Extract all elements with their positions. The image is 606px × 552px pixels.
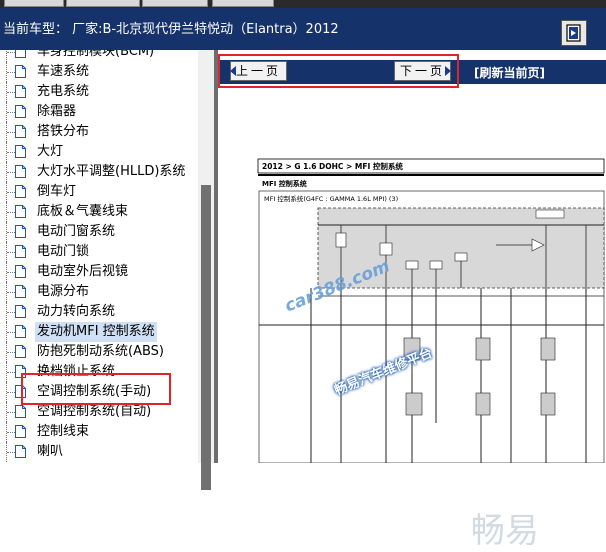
top-tab-1[interactable]: [4, 0, 64, 7]
tree-connector: [7, 332, 15, 333]
tree-connector: [7, 72, 15, 73]
document-icon: [15, 345, 26, 358]
tree-item-label: 空调控制系统(自动): [37, 404, 152, 419]
document-icon: [15, 405, 26, 418]
selected-item-highlight-box: [21, 373, 171, 405]
diagram-content-pane: 上一页 下一页 [刷新当前页] 2012 > G 1.6 DOHC > MFI …: [218, 50, 606, 551]
tree-connector: [7, 412, 15, 413]
tree-item-label: 喇叭: [37, 444, 64, 459]
tree-connector: [7, 252, 15, 253]
system-tree-sidebar: 车身控制模块(BCM) 车速系统充电系统除霜器搭铁分布大灯大灯水平调整(HLLD)…: [0, 50, 214, 463]
document-icon: [15, 85, 26, 98]
page-nav-highlight-box: [218, 54, 459, 88]
top-tab-3[interactable]: [142, 0, 208, 7]
current-vehicle-title: 当前车型： 厂家:B-北京现代伊兰特悦动（Elantra）2012: [3, 22, 339, 37]
tree-item-label: 控制线束: [37, 424, 90, 439]
document-icon: [15, 305, 26, 318]
tree-connector: [7, 172, 15, 173]
top-toolbar-strip: [0, 0, 606, 8]
document-icon: [15, 325, 26, 338]
tree-connector: [7, 152, 15, 153]
exit-door-icon: [566, 24, 581, 42]
document-icon: [15, 105, 26, 118]
tree-item-label: 倒车灯: [37, 184, 77, 199]
top-tab-2[interactable]: [66, 0, 140, 7]
tree-item-label: 大灯水平调整(HLLD)系统: [37, 164, 186, 179]
tree-item-label: 底板＆气囊线束: [37, 204, 129, 219]
tree-item-label: 发动机MFI 控制系统: [35, 322, 157, 342]
tree-item-label: 除霜器: [37, 104, 77, 119]
tree-item-label: 动力转向系统: [37, 304, 116, 319]
document-icon: [15, 285, 26, 298]
tree-connector: [7, 312, 15, 313]
document-icon: [15, 225, 26, 238]
tree-connector: [7, 92, 15, 93]
module-tag: [535, 209, 565, 219]
diagram-heading: 2012 > G 1.6 DOHC > MFI 控制系统: [262, 161, 403, 171]
tree-connector: [7, 192, 15, 193]
tree-item-label: 车速系统: [37, 64, 90, 79]
document-icon: [15, 125, 26, 138]
tree-connector: [7, 212, 15, 213]
refresh-page-link[interactable]: [刷新当前页]: [474, 64, 545, 81]
tree-connector: [7, 272, 15, 273]
vehicle-header-bar: 当前车型： 厂家:B-北京现代伊兰特悦动（Elantra）2012: [0, 8, 606, 50]
tree-connector: [7, 392, 15, 393]
tree-item-label: 车身控制模块(BCM): [37, 50, 155, 59]
top-tab-4[interactable]: [212, 0, 274, 7]
tree-item-label: 大灯: [37, 144, 64, 159]
tree-item-label: 电动门窗系统: [37, 224, 116, 239]
watermark-large: 畅易: [471, 511, 539, 551]
document-icon: [15, 425, 26, 438]
wiring-diagram: 2012 > G 1.6 DOHC > MFI 控制系统 MFI 控制系统 MF…: [256, 153, 606, 551]
tree-item-label: 电动门锁: [37, 244, 90, 259]
diagram-box-title: MFI 控制系统(G4FC : GAMMA 1.6L MPI) (3): [264, 194, 398, 203]
exit-button[interactable]: [561, 20, 587, 46]
tree-connector: [7, 232, 15, 233]
sidebar-scrollbar[interactable]: [198, 50, 214, 490]
tree-item-label: 防抱死制动系统(ABS): [37, 344, 164, 359]
tree-connector: [7, 132, 15, 133]
tree-connector: [7, 112, 15, 113]
tree-item-label: 充电系统: [37, 84, 90, 99]
document-icon: [15, 185, 26, 198]
tree-connector: [7, 352, 15, 353]
tree-connector: [7, 372, 15, 373]
document-icon: [15, 205, 26, 218]
document-icon: [15, 165, 26, 178]
tree-item-label: 电动室外后视镜: [37, 264, 129, 279]
tree-connector: [7, 52, 15, 53]
document-icon: [15, 245, 26, 258]
document-icon: [15, 265, 26, 278]
document-icon: [15, 145, 26, 158]
document-icon: [15, 50, 26, 58]
diagram-subheading: MFI 控制系统: [262, 179, 307, 188]
tree-item-label: 搭铁分布: [37, 124, 90, 139]
document-icon: [15, 445, 26, 458]
tree-item-label: 电源分布: [37, 284, 90, 299]
scrollbar-thumb[interactable]: [201, 185, 211, 490]
tree-connector: [7, 292, 15, 293]
tree-connector: [7, 452, 15, 453]
document-icon: [15, 65, 26, 78]
tree-connector: [7, 432, 15, 433]
